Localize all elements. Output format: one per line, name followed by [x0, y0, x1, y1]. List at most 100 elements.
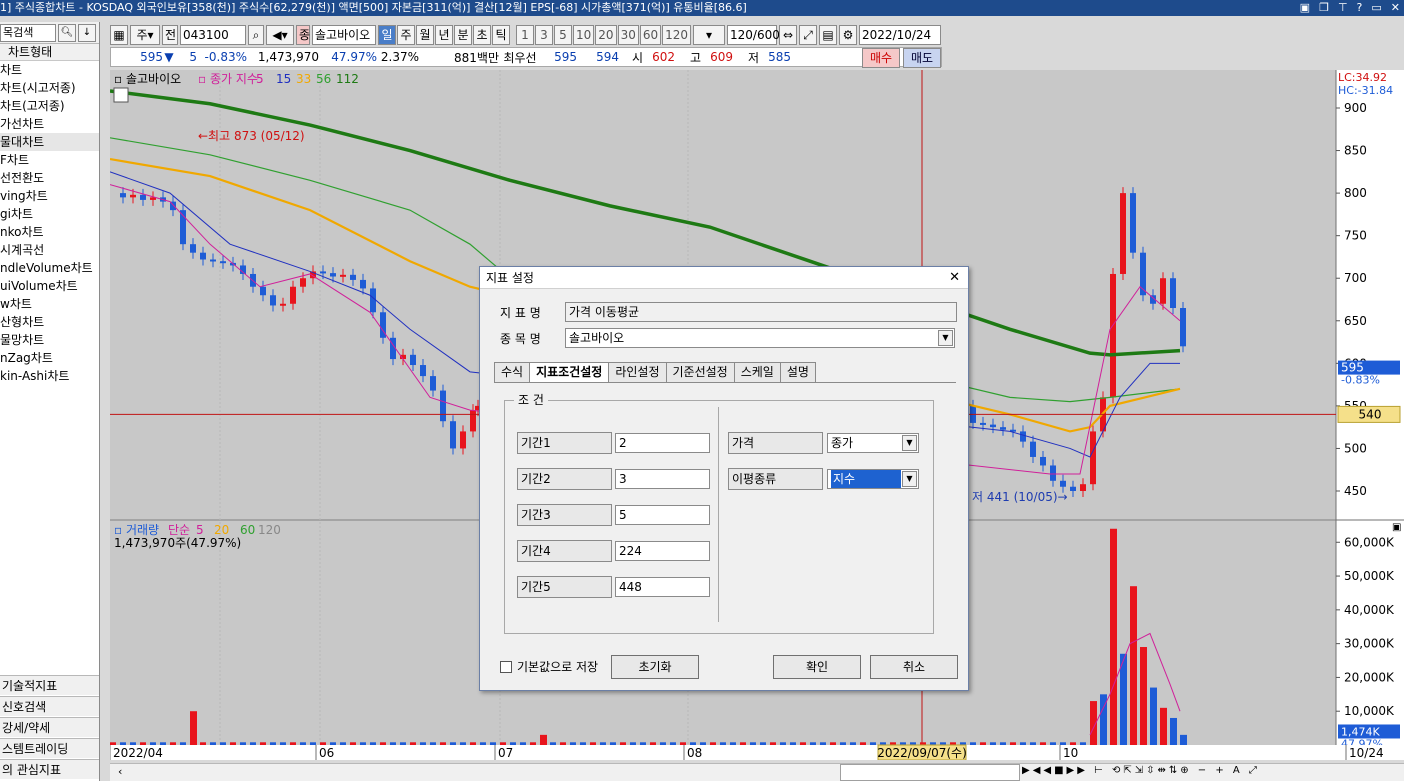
help-icon[interactable]: ?	[1357, 0, 1363, 16]
period-input[interactable]: 3	[615, 469, 710, 489]
price-select[interactable]: 종가 ▼	[827, 433, 919, 453]
horizontal-scrollbar[interactable]: ‹ ▶◀◀■▶▶ ⊢ ⟲⇱⇲⇳⇹⇅⊕ − + A ⤢	[110, 763, 1404, 781]
interval-tab[interactable]: 60	[639, 25, 662, 45]
chart-type-item[interactable]: F차트	[0, 151, 99, 169]
interval-tab[interactable]: 5	[554, 25, 572, 45]
interval-tab[interactable]: 10	[573, 25, 595, 45]
interval-tab[interactable]: 1	[516, 25, 534, 45]
volume-bar	[800, 742, 806, 745]
left-bottom-item[interactable]: 스템트레이딩	[0, 738, 99, 758]
period-tab[interactable]: 틱	[492, 25, 510, 45]
chart-type-item[interactable]: nko차트	[0, 223, 99, 241]
chart-type-item[interactable]: 시계곡선	[0, 241, 99, 259]
interval-combo[interactable]: ▾	[693, 25, 726, 45]
scroll-thumb[interactable]	[840, 764, 1020, 781]
chart-type-item[interactable]: 차트	[0, 61, 99, 79]
dialog-tab[interactable]: 수식	[494, 362, 531, 382]
week-combo[interactable]: 주▾	[130, 25, 160, 45]
volume-tick: 30,000K	[1344, 637, 1395, 651]
sound-icon[interactable]: ◀▾	[266, 25, 294, 45]
chart-type-item[interactable]: 가선차트	[0, 115, 99, 133]
open-price: 602	[652, 50, 675, 64]
volume-bar	[480, 742, 486, 745]
buy-button[interactable]: 매수	[862, 48, 900, 68]
grid-icon[interactable]: ▦	[110, 25, 128, 45]
save-icon[interactable]: ▤	[819, 25, 838, 45]
search-input[interactable]: 목검색	[0, 23, 56, 42]
chart-type-group[interactable]: 차트형태	[0, 44, 99, 61]
period-tab[interactable]: 월	[416, 25, 434, 45]
period-input[interactable]: 2	[615, 433, 710, 453]
chart-type-item[interactable]: w차트	[0, 295, 99, 313]
gear-icon[interactable]: ⚙	[839, 25, 858, 45]
chart-type-item[interactable]: kin-Ashi차트	[0, 367, 99, 385]
scroll-controls[interactable]: ▶◀◀■▶▶ ⊢ ⟲⇱⇲⇳⇹⇅⊕ − + A ⤢	[1022, 765, 1260, 776]
download-icon[interactable]: ↓	[78, 23, 96, 42]
period-tab[interactable]: 분	[454, 25, 472, 45]
volume-bar	[470, 742, 476, 745]
window-icon[interactable]: ❐	[1319, 0, 1329, 16]
chart-type-item[interactable]: 선전환도	[0, 169, 99, 187]
stock-name-select[interactable]: 솔고바이오 ▼	[565, 328, 955, 348]
date-input[interactable]: 2022/10/24	[859, 25, 942, 45]
reset-button[interactable]: 초기화	[611, 655, 699, 679]
period-tab[interactable]: 주	[397, 25, 415, 45]
cancel-button[interactable]: 취소	[870, 655, 958, 679]
close-icon[interactable]: ✕	[1391, 0, 1400, 16]
chart-type-item[interactable]: uiVolume차트	[0, 277, 99, 295]
chart-type-item[interactable]: ving차트	[0, 187, 99, 205]
save-default-checkbox[interactable]	[500, 660, 512, 673]
chevron-down-icon[interactable]: ▼	[938, 330, 953, 346]
crosshair-date: 2022/09/07(수)	[877, 746, 967, 760]
candle	[140, 194, 146, 200]
pin-icon[interactable]: ⊤	[1338, 0, 1348, 16]
bar-icon[interactable]: ⇔	[779, 25, 798, 45]
chart-type-item[interactable]: gi차트	[0, 205, 99, 223]
period-tab[interactable]: 년	[435, 25, 453, 45]
dialog-tab[interactable]: 라인설정	[608, 362, 667, 382]
chart-type-item[interactable]: 물망차트	[0, 331, 99, 349]
search-icon[interactable]: 🔍︎	[58, 23, 76, 42]
sell-button[interactable]: 매도	[903, 48, 941, 68]
period-input[interactable]: 448	[615, 577, 710, 597]
ok-button[interactable]: 확인	[773, 655, 861, 679]
interval-tab[interactable]: 3	[535, 25, 553, 45]
dialog-tab[interactable]: 기준선설정	[665, 362, 735, 382]
zoom-icon[interactable]: ⤢	[799, 25, 818, 45]
period-tab[interactable]: 일	[378, 25, 396, 45]
chart-type-item[interactable]: ndleVolume차트	[0, 259, 99, 277]
dialog-tab[interactable]: 설명	[779, 362, 816, 382]
period-input[interactable]: 5	[615, 505, 710, 525]
candle	[120, 193, 126, 198]
ma-type-select[interactable]: 지수 ▼	[827, 469, 919, 489]
dialog-tab[interactable]: 지표조건설정	[529, 362, 610, 382]
layout-icon[interactable]: ▣	[1300, 0, 1310, 16]
chart-type-item[interactable]: 산형차트	[0, 313, 99, 331]
dialog-tab[interactable]: 스케일	[733, 362, 781, 382]
volume-bar	[700, 742, 706, 745]
interval-tab[interactable]: 20	[595, 25, 617, 45]
interval-tab[interactable]: 120	[662, 25, 692, 45]
interval-tab[interactable]: 30	[617, 25, 639, 45]
search-icon[interactable]: ⌕	[248, 25, 264, 45]
chart-type-item[interactable]: 차트(고저종)	[0, 97, 99, 115]
volume-bar	[690, 742, 696, 745]
volume-bar	[180, 742, 186, 745]
count-input[interactable]: 120/600	[727, 25, 780, 45]
chart-type-item[interactable]: 차트(시고저종)	[0, 79, 99, 97]
left-bottom-item[interactable]: 강세/약세	[0, 717, 99, 737]
price-tick: 800	[1344, 186, 1367, 200]
chart-type-item[interactable]: 물대차트	[0, 133, 99, 151]
period-input[interactable]: 224	[615, 541, 710, 561]
close-icon[interactable]: ✕	[949, 267, 960, 289]
chart-type-item[interactable]: nZag차트	[0, 349, 99, 367]
minimize-icon[interactable]: ▭	[1371, 0, 1381, 16]
period-tab[interactable]: 초	[473, 25, 491, 45]
stock-code-input[interactable]: 043100	[180, 25, 246, 45]
scroll-left-icon[interactable]: ‹	[118, 765, 122, 778]
left-bottom-item[interactable]: 기술적지표	[0, 675, 99, 695]
prev-button[interactable]: 전	[162, 25, 178, 45]
left-bottom-item[interactable]: 신호검색	[0, 696, 99, 716]
left-bottom-item[interactable]: 의 관심지표	[0, 759, 99, 779]
x-axis-label: 2022/04	[113, 746, 163, 760]
